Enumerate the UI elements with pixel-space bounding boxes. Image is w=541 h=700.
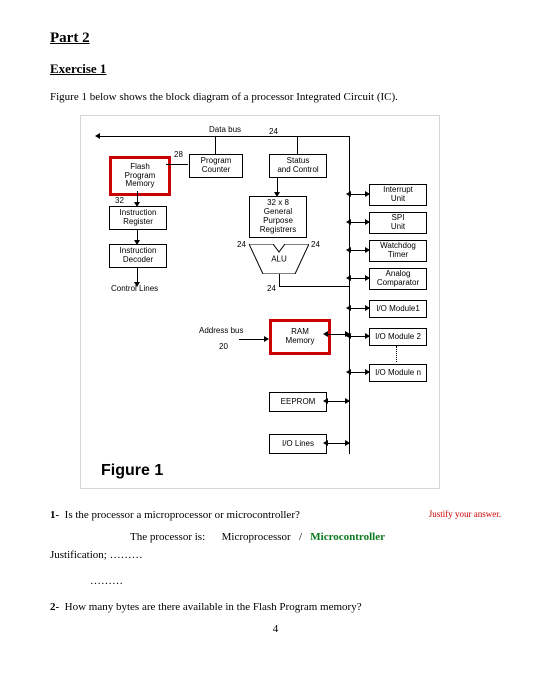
ram-block: RAM Memory (269, 319, 331, 355)
spi-label: SPI Unit (391, 214, 405, 232)
io-lines-label: I/O Lines (282, 440, 314, 449)
ion-label: I/O Module n (375, 369, 421, 378)
flash-program-memory-block: Flash Program Memory (109, 156, 171, 196)
q1-answer-prefix: The processor is: (130, 531, 205, 543)
instruction-decoder-block: Instruction Decoder (109, 244, 167, 268)
io-lines-block: I/O Lines (269, 434, 327, 454)
analog-comparator-block: Analog Comparator (369, 268, 427, 290)
instr-reg-label: Instruction Register (120, 209, 157, 227)
block-diagram: Data bus 24 Flash Program Memory 28 Prog… (89, 124, 431, 484)
watchdog-block: Watchdog Timer (369, 240, 427, 262)
data-bus-label: Data bus (209, 125, 241, 134)
eeprom-block: EEPROM (269, 392, 327, 412)
watchdog-label: Watchdog Timer (380, 242, 416, 260)
status-label: Status and Control (277, 157, 318, 175)
q1-justify-hint: Justify your answer. (429, 509, 501, 519)
bus-width-24: 24 (269, 127, 278, 136)
bus-width-28: 28 (174, 150, 183, 159)
bus-width-32: 32 (115, 196, 124, 205)
q1-option-microprocessor: Microprocessor (222, 531, 291, 543)
q1-answer-line: The processor is: Microprocessor / Micro… (130, 531, 501, 543)
eeprom-label: EEPROM (281, 398, 316, 407)
io-module-1-block: I/O Module1 (369, 300, 427, 318)
figure-1-container: Data bus 24 Flash Program Memory 28 Prog… (80, 115, 440, 489)
alu-label: ALU (271, 255, 287, 264)
exercise-title: Exercise 1 (50, 61, 501, 77)
question-2: 2- How many bytes are there available in… (50, 601, 501, 613)
q1-text: Is the processor a microprocessor or mic… (65, 509, 300, 521)
question-1: 1- Is the processor a microprocessor or … (50, 509, 501, 521)
q2-number: 2- (50, 601, 59, 613)
io2-label: I/O Module 2 (375, 333, 421, 342)
instr-dec-label: Instruction Decoder (120, 247, 157, 265)
ram-label: RAM Memory (286, 328, 315, 346)
alu-out-24: 24 (267, 284, 276, 293)
part-title: Part 2 (50, 30, 501, 47)
bus-width-20: 20 (219, 342, 228, 351)
q1-option-microcontroller: Microcontroller (310, 531, 385, 543)
interrupt-label: Interrupt Unit (383, 186, 413, 204)
io-module-2-block: I/O Module 2 (369, 328, 427, 346)
address-bus-label: Address bus (199, 326, 243, 335)
program-counter-block: Program Counter (189, 154, 243, 178)
spi-unit-block: SPI Unit (369, 212, 427, 234)
gpr-block: 32 x 8 General Purpose Registrers (249, 196, 307, 238)
interrupt-unit-block: Interrupt Unit (369, 184, 427, 206)
status-control-block: Status and Control (269, 154, 327, 178)
instruction-register-block: Instruction Register (109, 206, 167, 230)
intro-text: Figure 1 below shows the block diagram o… (50, 91, 501, 103)
alu-in-24-left: 24 (237, 240, 246, 249)
page-number: 4 (50, 623, 501, 635)
program-counter-label: Program Counter (201, 157, 232, 175)
flash-label: Flash Program Memory (125, 163, 156, 189)
alu-block: ALU (249, 244, 309, 274)
figure-caption: Figure 1 (101, 462, 163, 484)
q1-justification-label: Justification; ……… (50, 549, 501, 561)
gpr-label: 32 x 8 General Purpose Registrers (260, 199, 296, 234)
q1-number: 1- (50, 509, 59, 521)
alu-in-24-right: 24 (311, 240, 320, 249)
io1-label: I/O Module1 (376, 305, 420, 314)
q1-justification-dots: ……… (90, 575, 501, 587)
q1-separator: / (299, 531, 302, 543)
analog-label: Analog Comparator (377, 270, 419, 288)
io-module-n-block: I/O Module n (369, 364, 427, 382)
q2-text: How many bytes are there available in th… (65, 601, 362, 613)
